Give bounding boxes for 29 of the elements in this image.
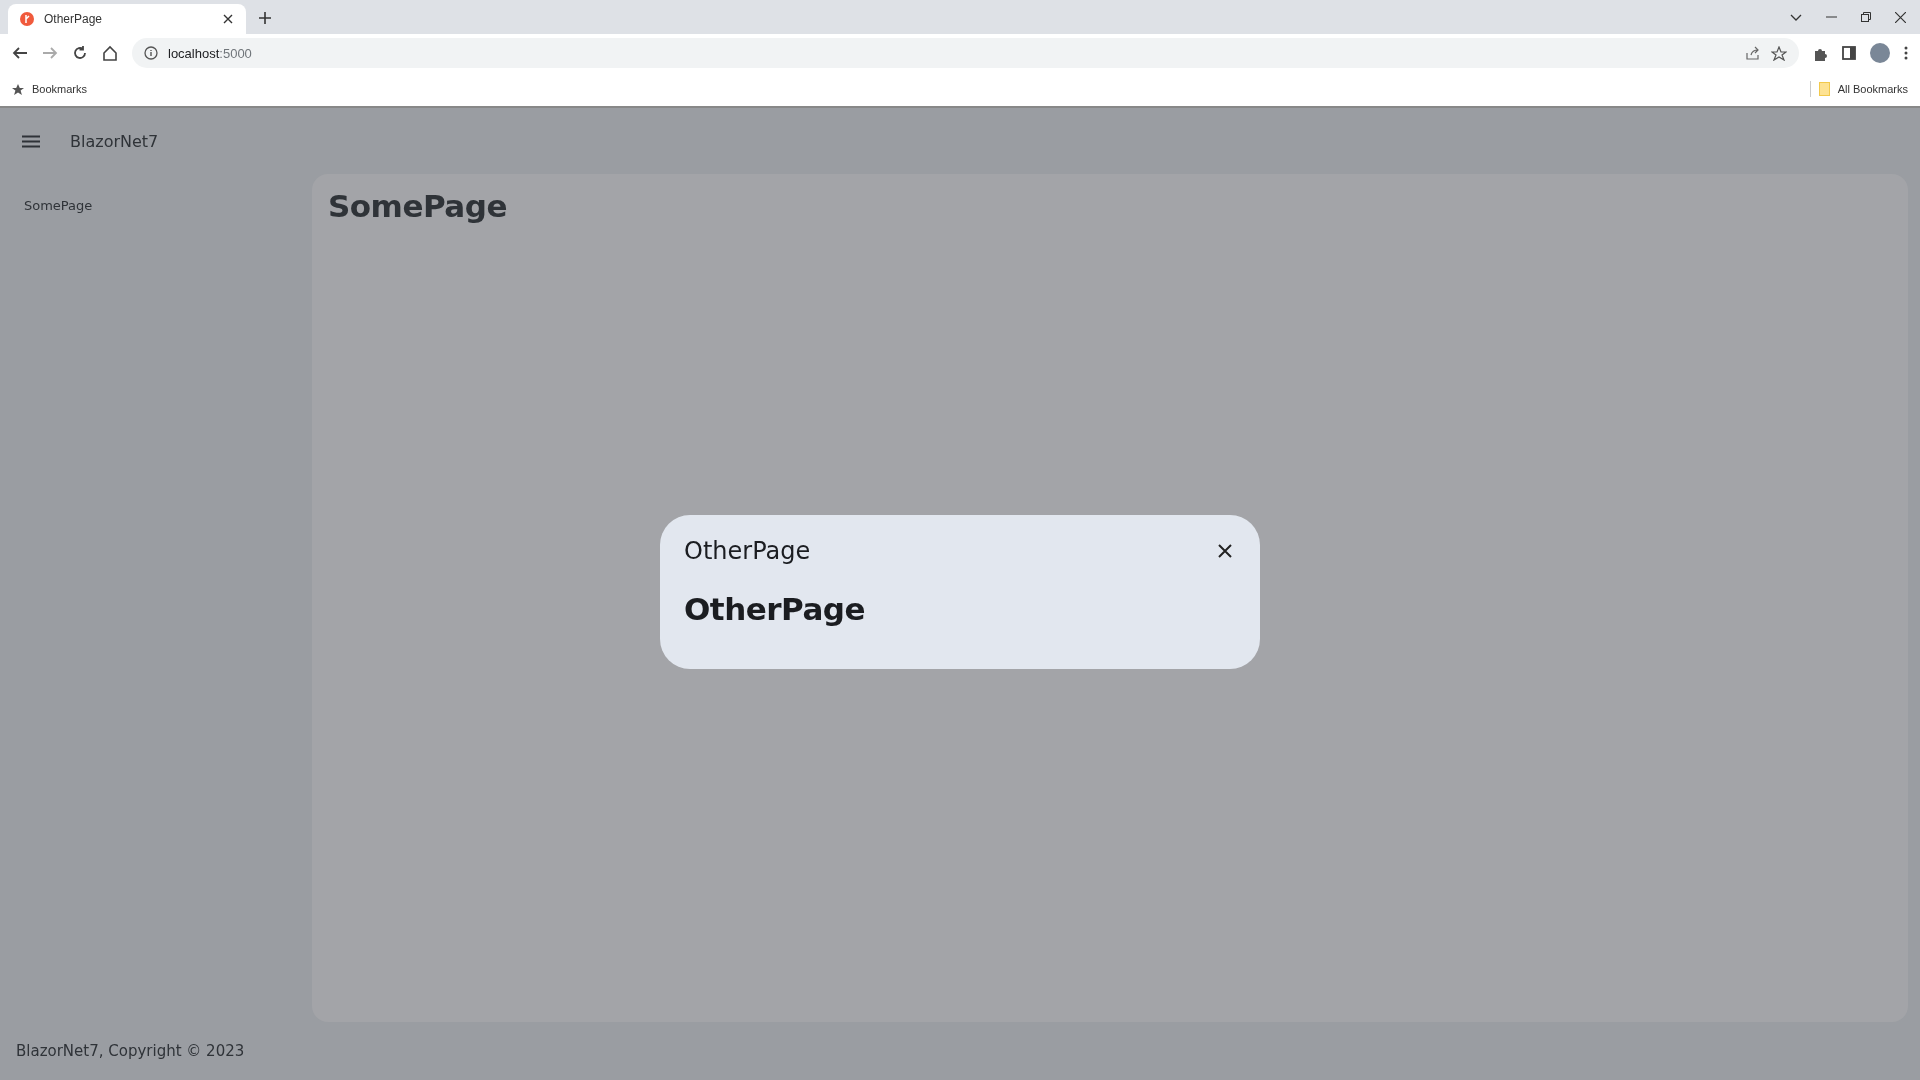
- address-bar[interactable]: localhost:5000: [132, 38, 1799, 68]
- page-heading: SomePage: [328, 188, 508, 224]
- back-arrow-icon[interactable]: [12, 45, 28, 61]
- chevron-down-icon[interactable]: [1790, 12, 1802, 22]
- close-icon[interactable]: [222, 13, 234, 25]
- dialog-title: OtherPage: [684, 537, 811, 565]
- close-icon: [1218, 544, 1232, 558]
- share-icon[interactable]: [1745, 45, 1761, 61]
- close-icon[interactable]: [1895, 11, 1906, 23]
- dialog-heading: OtherPage: [684, 591, 867, 627]
- reload-icon[interactable]: [72, 45, 88, 61]
- side-panel-icon[interactable]: [1842, 46, 1856, 60]
- all-bookmarks-link[interactable]: All Bookmarks: [1837, 83, 1908, 95]
- app-title: BlazorNet7: [70, 131, 159, 151]
- nav-link[interactable]: SomePage: [24, 194, 288, 217]
- plus-icon[interactable]: [258, 11, 272, 25]
- url-text: localhost:5000: [168, 45, 253, 61]
- bookmarks-link[interactable]: Bookmarks: [32, 83, 88, 95]
- browser-tab[interactable]: OtherPage: [8, 4, 246, 34]
- menu-icon[interactable]: [22, 134, 40, 148]
- star-icon[interactable]: [12, 83, 24, 95]
- favicon-icon[interactable]: [20, 12, 34, 26]
- footer-text: BlazorNet7, Copyright © 2023: [16, 1042, 245, 1060]
- restore-icon[interactable]: [1861, 12, 1871, 22]
- avatar-icon[interactable]: [1870, 43, 1890, 63]
- bookmark-star-icon[interactable]: [1771, 45, 1787, 61]
- info-icon[interactable]: [144, 46, 158, 60]
- more-menu-icon[interactable]: [1904, 46, 1908, 60]
- home-icon[interactable]: [102, 45, 118, 61]
